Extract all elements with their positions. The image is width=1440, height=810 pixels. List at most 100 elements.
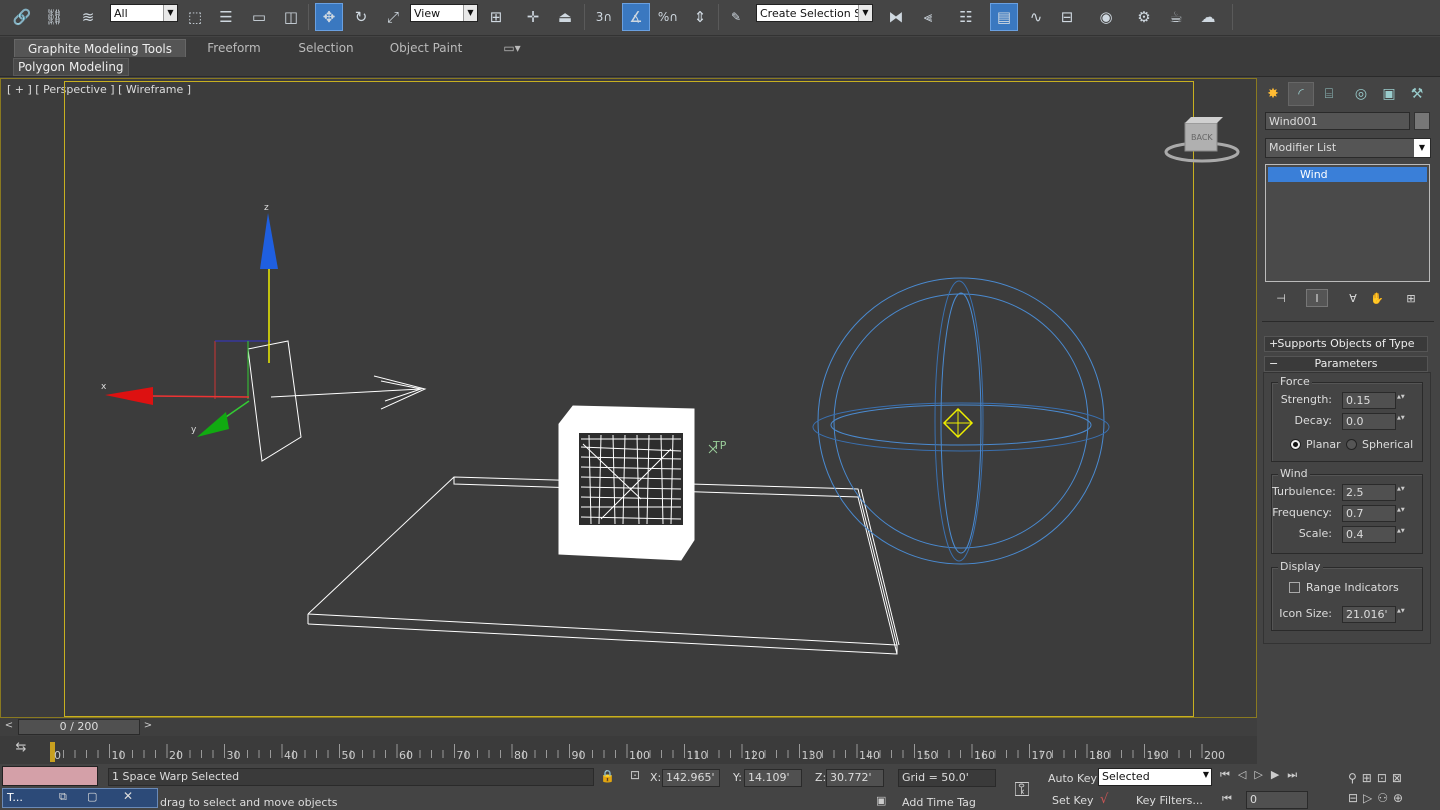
scale-spinner[interactable]: 0.4 [1342, 526, 1409, 543]
set-key-icon[interactable]: ⚿ [1004, 774, 1040, 804]
ribbon-options-icon[interactable]: ▭▾ [496, 39, 528, 57]
make-unique-icon[interactable]: ∀ [1342, 290, 1364, 308]
close-window-icon[interactable]: ✕ [123, 789, 133, 803]
layer-manager-icon[interactable]: ☷ [952, 3, 980, 31]
named-selection-dropdown[interactable]: Create Selection Se ▼ [756, 4, 873, 22]
key-filter-curve-icon[interactable]: √ [1100, 792, 1108, 807]
configure-sets-icon[interactable]: ⊞ [1400, 290, 1422, 308]
track-bar[interactable]: ⇆ 0 10 20 30 40 50 60 70 80 90 100 110 120 130 140 150 1… [0, 736, 1257, 764]
render-setup-icon[interactable]: ⚙ [1130, 3, 1158, 31]
strength-spinner[interactable]: 0.15 [1342, 392, 1409, 409]
select-and-scale-icon[interactable]: ⤢ [379, 3, 407, 31]
create-tab-icon[interactable]: ✸ [1260, 82, 1286, 106]
selection-lock-icon[interactable]: 🔒 [600, 769, 615, 783]
z-coord-field[interactable]: 30.772' [826, 769, 884, 787]
spherical-label: Spherical [1362, 438, 1414, 451]
selection-filter-dropdown[interactable]: All ▼ [110, 4, 178, 22]
prompt-line: drag to select and move objects [160, 796, 338, 809]
object-name-field[interactable]: Wind001 [1265, 112, 1410, 130]
rollout-parameters[interactable]: − Parameters [1264, 356, 1428, 372]
maxscript-listener-field[interactable] [2, 766, 98, 786]
go-to-start-icon[interactable]: ⏮ [1222, 792, 1232, 806]
tab-freeform[interactable]: Freeform [190, 39, 278, 57]
select-and-rotate-icon[interactable]: ↻ [347, 3, 375, 31]
unlink-icon[interactable]: ⛓ [40, 3, 68, 31]
frequency-spinner[interactable]: 0.7 [1342, 505, 1409, 522]
rollout-supports-objects[interactable]: + Supports Objects of Type [1264, 336, 1428, 352]
axis-x-label: x [101, 382, 107, 392]
remove-modifier-icon[interactable]: ✋ [1366, 290, 1388, 308]
turbulence-spinner[interactable]: 2.5 [1342, 484, 1409, 501]
decay-spinner[interactable]: 0.0 [1342, 413, 1409, 430]
polygon-modeling-panel[interactable]: Polygon Modeling [13, 58, 129, 76]
mirror-icon[interactable]: ⧓ [882, 3, 910, 31]
tab-object-paint[interactable]: Object Paint [378, 39, 474, 57]
curve-editor-icon[interactable]: ∿ [1022, 3, 1050, 31]
material-editor-icon[interactable]: ◉ [1092, 3, 1120, 31]
restore-window-icon[interactable]: ⧉ [59, 790, 67, 804]
current-frame-field[interactable]: 0 [1246, 791, 1308, 809]
select-manipulate-icon[interactable]: ✛ [519, 3, 547, 31]
select-and-link-icon[interactable]: 🔗 [8, 3, 36, 31]
select-and-move-icon[interactable]: ✥ [315, 3, 343, 31]
prev-frame-arrow-icon[interactable]: < [2, 720, 16, 734]
object-color-swatch[interactable] [1414, 112, 1430, 130]
playback-controls[interactable]: ⏮◁▷▶⏭ [1220, 768, 1344, 788]
planar-radio[interactable] [1290, 439, 1301, 450]
pin-stack-icon[interactable]: ⊣ [1270, 290, 1292, 308]
perspective-viewport[interactable]: [ + ] [ Perspective ] [ Wireframe ] TP z… [0, 78, 1257, 718]
viewport-navigation-controls[interactable]: ⚲⊞⊡⊠ ⊟▷⚇⊕ [1348, 768, 1438, 808]
graphite-toggle-icon[interactable]: ▤ [990, 3, 1018, 31]
icon-size-spinner[interactable]: 21.016' [1342, 606, 1409, 623]
taskbar-window-tab[interactable]: T... ⧉ ▢ ✕ [2, 788, 158, 808]
track-tick-label: 100 [629, 749, 650, 762]
select-object-icon[interactable]: ⬚ [181, 3, 209, 31]
x-coord-field[interactable]: 142.965' [662, 769, 720, 787]
motion-tab-icon[interactable]: ◎ [1348, 82, 1374, 106]
stack-item-wind[interactable]: Wind [1268, 167, 1427, 182]
key-filters-button[interactable]: Key Filters... [1136, 794, 1203, 807]
track-tick-label: 130 [801, 749, 823, 762]
tab-graphite-modeling-tools[interactable]: Graphite Modeling Tools [14, 39, 186, 57]
time-slider-thumb[interactable]: 0 / 200 [18, 719, 140, 735]
modifier-stack[interactable]: Wind [1265, 164, 1430, 282]
angle-snap-icon[interactable]: ∡ [622, 3, 650, 31]
display-tab-icon[interactable]: ▣ [1376, 82, 1402, 106]
auto-key-button[interactable]: Auto Key [1048, 772, 1097, 785]
spinner-snap-icon[interactable]: ⇕ [686, 3, 714, 31]
y-coord-field[interactable]: 14.109' [744, 769, 802, 787]
maximize-window-icon[interactable]: ▢ [87, 790, 97, 803]
modify-tab-icon[interactable]: ◜ [1288, 82, 1314, 106]
render-production-icon[interactable]: ☁ [1194, 3, 1222, 31]
rendered-frame-icon[interactable]: ☕ [1162, 3, 1190, 31]
show-end-result-icon[interactable]: I [1306, 289, 1328, 307]
bind-to-space-warp-icon[interactable]: ≋ [74, 3, 102, 31]
modifier-list-dropdown[interactable]: Modifier List ▼ [1265, 138, 1431, 158]
utilities-tab-icon[interactable]: ⚒ [1404, 82, 1430, 106]
edit-named-selection-icon[interactable]: ✎ [722, 3, 750, 31]
track-tick-label: 90 [571, 749, 586, 762]
schematic-view-icon[interactable]: ⊟ [1053, 3, 1081, 31]
percent-snap-icon[interactable]: %∩ [654, 3, 682, 31]
key-mode-dropdown[interactable]: Selected ▼ [1098, 768, 1212, 786]
pivot-center-icon[interactable]: ⊞ [482, 3, 510, 31]
window-crossing-icon[interactable]: ◫ [277, 3, 305, 31]
select-by-name-icon[interactable]: ☰ [212, 3, 240, 31]
keyboard-shortcut-override-icon[interactable]: ⏏ [551, 3, 579, 31]
add-time-tag-button[interactable]: Add Time Tag [902, 796, 976, 809]
wind-gizmo: z x y [101, 203, 427, 462]
next-frame-arrow-icon[interactable]: > [141, 720, 155, 734]
hierarchy-tab-icon[interactable]: ⌸ [1316, 82, 1342, 106]
reference-coordinate-dropdown[interactable]: View ▼ [410, 4, 478, 22]
align-icon[interactable]: ⫷ [914, 3, 942, 31]
snaps-toggle-icon[interactable]: 3 ∩ [590, 3, 618, 31]
track-tick-label: 120 [744, 749, 765, 762]
planar-label: Planar [1306, 438, 1341, 451]
tab-selection[interactable]: Selection [284, 39, 368, 57]
spherical-radio[interactable] [1346, 439, 1357, 450]
range-indicators-checkbox[interactable] [1289, 582, 1300, 593]
absolute-mode-icon[interactable]: ⊡ [626, 768, 644, 786]
set-key-button[interactable]: Set Key [1052, 794, 1094, 807]
rectangular-selection-icon[interactable]: ▭ [245, 3, 273, 31]
time-tag-icon[interactable]: ▣ [876, 794, 886, 807]
